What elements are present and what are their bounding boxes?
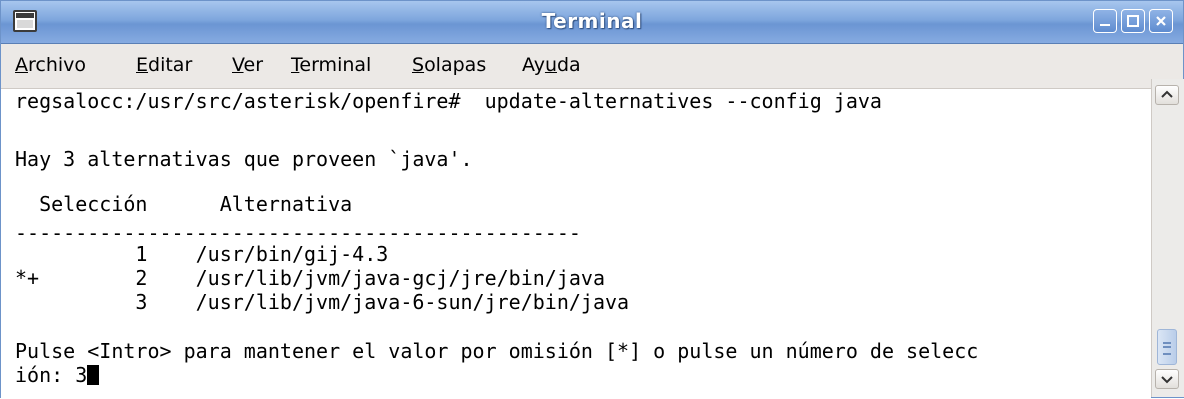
terminal-output[interactable]: regsalocc:/usr/src/asterisk/openfire# up…: [1, 89, 1151, 399]
table-header-line: Selección Alternativa: [15, 192, 353, 216]
menu-solapas[interactable]: Solapas: [412, 54, 486, 76]
minimize-button[interactable]: [1093, 9, 1117, 33]
terminal-window: Terminal Archivo Editar Ver Terminal Sol…: [0, 0, 1184, 399]
command-line: regsalocc:/usr/src/asterisk/openfire# up…: [15, 89, 882, 113]
chevron-up-icon: [1161, 90, 1173, 98]
maximize-icon: [1127, 15, 1139, 27]
text-cursor: [87, 365, 100, 385]
maximize-button[interactable]: [1121, 9, 1145, 33]
input-text: ión: 3: [15, 363, 88, 387]
option-row-1: 1 /usr/bin/gij-4.3: [15, 242, 389, 266]
vertical-scrollbar[interactable]: [1151, 79, 1184, 397]
window-title: Terminal: [541, 9, 643, 33]
alternatives-count-line: Hay 3 alternativas que proveen `java'.: [15, 147, 473, 171]
menu-editar[interactable]: Editar: [136, 54, 192, 76]
prompt-line: Pulse <Intro> para mantener el valor por…: [15, 339, 979, 363]
menu-bar: Archivo Editar Ver Terminal Solapas Ayud…: [1, 44, 1183, 89]
scroll-down-button[interactable]: [1155, 369, 1179, 389]
input-line[interactable]: ión: 3: [15, 363, 100, 387]
option-row-3: 3 /usr/lib/jvm/java-6-sun/jre/bin/java: [15, 290, 630, 314]
close-icon: [1156, 16, 1166, 26]
menu-archivo[interactable]: Archivo: [15, 54, 86, 76]
option-row-2: *+ 2 /usr/lib/jvm/java-gcj/jre/bin/java: [15, 266, 606, 290]
scrollbar-thumb[interactable]: [1157, 329, 1177, 365]
title-bar[interactable]: Terminal: [1, 1, 1183, 44]
menu-ayuda[interactable]: Ayuda: [522, 54, 581, 76]
scroll-up-button[interactable]: [1155, 85, 1179, 105]
menu-terminal[interactable]: Terminal: [291, 54, 371, 76]
menu-ver[interactable]: Ver: [232, 54, 263, 76]
chevron-down-icon: [1161, 376, 1173, 384]
minimize-icon: [1100, 24, 1110, 26]
close-button[interactable]: [1149, 9, 1173, 33]
